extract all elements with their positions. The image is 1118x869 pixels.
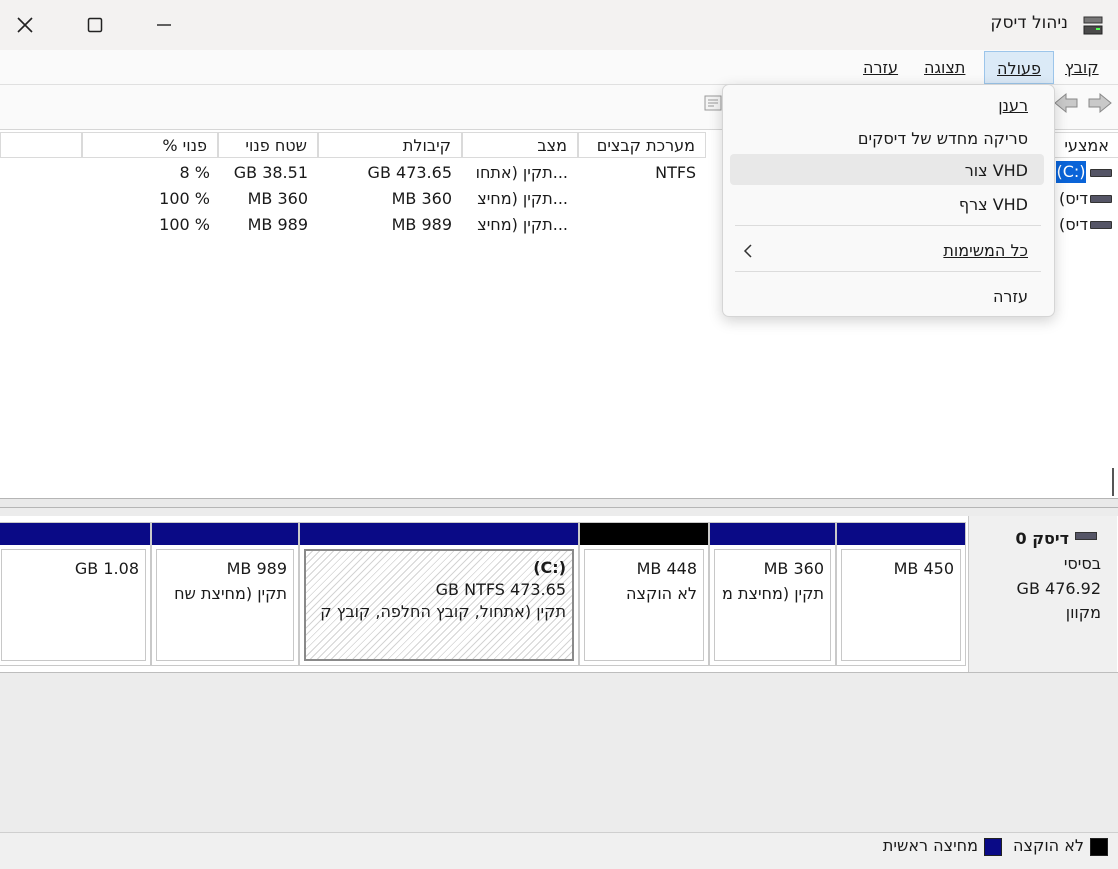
legend-primary-label: מחיצה ראשית bbox=[882, 836, 978, 855]
forward-button[interactable] bbox=[1087, 92, 1113, 118]
partition-unallocated[interactable]: MB 448 לא הוקצה bbox=[579, 522, 709, 666]
arrow-right-icon bbox=[1088, 92, 1112, 114]
partition-body: MB 360 תקין (מחיצת מ bbox=[714, 549, 831, 661]
legend-unallocated-swatch bbox=[1090, 838, 1108, 856]
menu-help[interactable]: עזרה bbox=[854, 51, 907, 84]
column-header-free-space[interactable]: שטח פנוי bbox=[218, 132, 318, 158]
column-header-capacity[interactable]: קיבולת bbox=[318, 132, 462, 158]
menu-separator bbox=[735, 225, 1041, 226]
maximize-icon bbox=[87, 17, 103, 33]
partition-body: (C:) GB NTFS 473.65 תקין (אתחול, קובץ הח… bbox=[304, 549, 574, 661]
filesystem-cell: NTFS bbox=[655, 163, 696, 182]
menu-item-all-tasks[interactable]: כל המשימות bbox=[943, 241, 1028, 260]
partition-body: MB 989 תקין (מחיצת שח bbox=[156, 549, 294, 661]
window-title: ניהול דיסק bbox=[990, 13, 1068, 33]
status-cell: תקין (אתחו... bbox=[475, 163, 568, 182]
close-button[interactable] bbox=[2, 5, 48, 45]
partition-body: GB 1.08 bbox=[1, 549, 146, 661]
capacity-cell: MB 360 bbox=[391, 189, 452, 208]
partition-size: GB 1.08 bbox=[74, 559, 139, 578]
free-space-cell: MB 360 bbox=[247, 189, 308, 208]
partition-efi[interactable]: MB 450 bbox=[836, 522, 966, 666]
partition-status: תקין (מחיצת שח bbox=[174, 584, 287, 603]
disk-0-label[interactable]: דיסק 0 בסיסי GB 476.92 מקוון bbox=[968, 516, 1117, 672]
chevron-left-icon bbox=[743, 243, 753, 262]
capacity-cell: GB 473.65 bbox=[367, 163, 452, 182]
maximize-button[interactable] bbox=[72, 5, 118, 45]
arrow-left-icon bbox=[1054, 92, 1078, 114]
partition-c-drive[interactable]: (C:) GB NTFS 473.65 תקין (אתחול, קובץ הח… bbox=[299, 522, 579, 666]
percent-free-cell: 8 % bbox=[179, 163, 210, 182]
disk-size: GB 476.92 bbox=[1016, 579, 1101, 598]
column-header-filesystem[interactable]: מערכת קבצים bbox=[578, 132, 706, 158]
partition-status: תקין (מחיצת מ bbox=[722, 584, 824, 603]
menu-item-refresh[interactable]: רענן bbox=[998, 96, 1028, 115]
disk-management-app-icon bbox=[1082, 14, 1104, 36]
partition-bar bbox=[152, 523, 298, 545]
free-space-cell: MB 989 bbox=[247, 215, 308, 234]
partition-body: MB 450 bbox=[841, 549, 961, 661]
disk-icon bbox=[1075, 532, 1097, 540]
capacity-cell: MB 989 bbox=[391, 215, 452, 234]
status-cell: תקין (מחיצ... bbox=[477, 215, 568, 234]
volume-name: (דיס bbox=[1059, 215, 1088, 234]
menu-action[interactable]: פעולה bbox=[984, 51, 1054, 84]
close-icon bbox=[17, 17, 33, 33]
menu-item-attach-vhd[interactable]: צרף VHD bbox=[959, 195, 1028, 214]
partition-bar bbox=[0, 523, 150, 545]
partition-size: GB NTFS 473.65 bbox=[435, 580, 566, 599]
menu-view[interactable]: תצוגה bbox=[915, 51, 974, 84]
partition-size: MB 450 bbox=[893, 559, 954, 578]
partition-recovery-2[interactable]: MB 989 תקין (מחיצת שח bbox=[151, 522, 299, 666]
pane-splitter[interactable] bbox=[0, 498, 1118, 508]
partition-size: MB 448 bbox=[636, 559, 697, 578]
partition-body: MB 448 לא הוקצה bbox=[584, 549, 704, 661]
volume-name: (C:) bbox=[1056, 161, 1086, 183]
partition-size: MB 360 bbox=[763, 559, 824, 578]
drive-icon bbox=[1090, 195, 1112, 203]
properties-icon bbox=[704, 95, 722, 111]
partition-bar bbox=[837, 523, 965, 545]
partition-bar bbox=[580, 523, 708, 545]
legend-unallocated-label: לא הוקצה bbox=[1013, 836, 1084, 855]
partition-bar bbox=[300, 523, 578, 545]
menu-separator bbox=[735, 271, 1041, 272]
disk-type: בסיסי bbox=[1063, 554, 1101, 573]
column-header-status[interactable]: מצב bbox=[462, 132, 578, 158]
free-space-cell: GB 38.51 bbox=[233, 163, 308, 182]
partition-bar bbox=[710, 523, 835, 545]
menu-item-rescan-disks[interactable]: סריקה מחדש של דיסקים bbox=[858, 129, 1028, 148]
percent-free-cell: 100 % bbox=[159, 215, 210, 234]
partition-title: (C:) bbox=[533, 558, 566, 577]
status-cell: תקין (מחיצ... bbox=[477, 189, 568, 208]
column-header-empty bbox=[0, 132, 82, 158]
back-button[interactable] bbox=[1053, 92, 1079, 118]
partition-status: תקין (אתחול, קובץ החלפה, קובץ ק bbox=[320, 602, 566, 621]
drive-icon bbox=[1090, 169, 1112, 177]
action-menu: רענן סריקה מחדש של דיסקים צור VHD צרף VH… bbox=[722, 84, 1055, 317]
percent-free-cell: 100 % bbox=[159, 189, 210, 208]
menu-file[interactable]: קובץ bbox=[1056, 51, 1108, 84]
drive-icon bbox=[1090, 221, 1112, 229]
disk-status: מקוון bbox=[1065, 603, 1101, 622]
column-header-volume[interactable]: אמצעי bbox=[1052, 132, 1118, 158]
legend-primary-swatch bbox=[984, 838, 1002, 856]
partition-size: MB 989 bbox=[226, 559, 287, 578]
vertical-scrollbar[interactable] bbox=[1112, 468, 1114, 496]
partition-status: לא הוקצה bbox=[626, 584, 697, 603]
minimize-button[interactable] bbox=[141, 5, 187, 45]
menu-item-create-vhd[interactable]: צור VHD bbox=[965, 161, 1028, 180]
partition-last[interactable]: GB 1.08 bbox=[0, 522, 151, 666]
column-header-percent-free[interactable]: % פנוי bbox=[82, 132, 218, 158]
minimize-icon bbox=[157, 24, 171, 26]
menu-item-help[interactable]: עזרה bbox=[993, 287, 1028, 306]
properties-toolbar-button[interactable] bbox=[704, 95, 722, 115]
disk-name: דיסק 0 bbox=[1015, 529, 1069, 548]
partition-recovery-1[interactable]: MB 360 תקין (מחיצת מ bbox=[709, 522, 836, 666]
volume-name: (דיס bbox=[1059, 189, 1088, 208]
